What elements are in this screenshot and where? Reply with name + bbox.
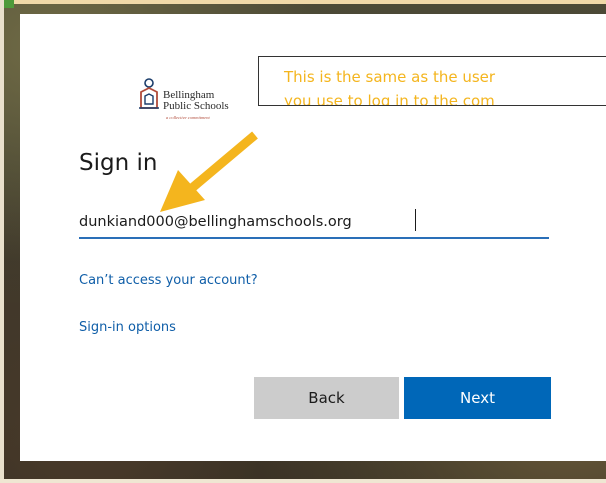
text-caret	[415, 209, 416, 231]
school-tagline: a collective commitment	[166, 115, 210, 120]
next-button[interactable]: Next	[404, 377, 551, 419]
school-name-line2: Public Schools	[163, 100, 229, 112]
callout-line-1: This is the same as the user	[284, 68, 496, 86]
left-border	[0, 0, 4, 483]
cant-access-account-link[interactable]: Can’t access your account?	[79, 273, 258, 288]
callout-text: This is the same as the user you use to …	[284, 65, 496, 106]
annotation-callout: This is the same as the user you use to …	[258, 56, 606, 106]
school-name: Bellingham Public Schools	[163, 90, 229, 112]
top-border	[0, 0, 606, 4]
back-button[interactable]: Back	[254, 377, 399, 419]
page-title: Sign in	[79, 150, 158, 176]
bottom-border	[0, 479, 606, 483]
callout-line-2: you use to log in to the com	[284, 92, 495, 106]
email-field[interactable]	[79, 207, 549, 239]
signin-options-link[interactable]: Sign-in options	[79, 320, 176, 335]
